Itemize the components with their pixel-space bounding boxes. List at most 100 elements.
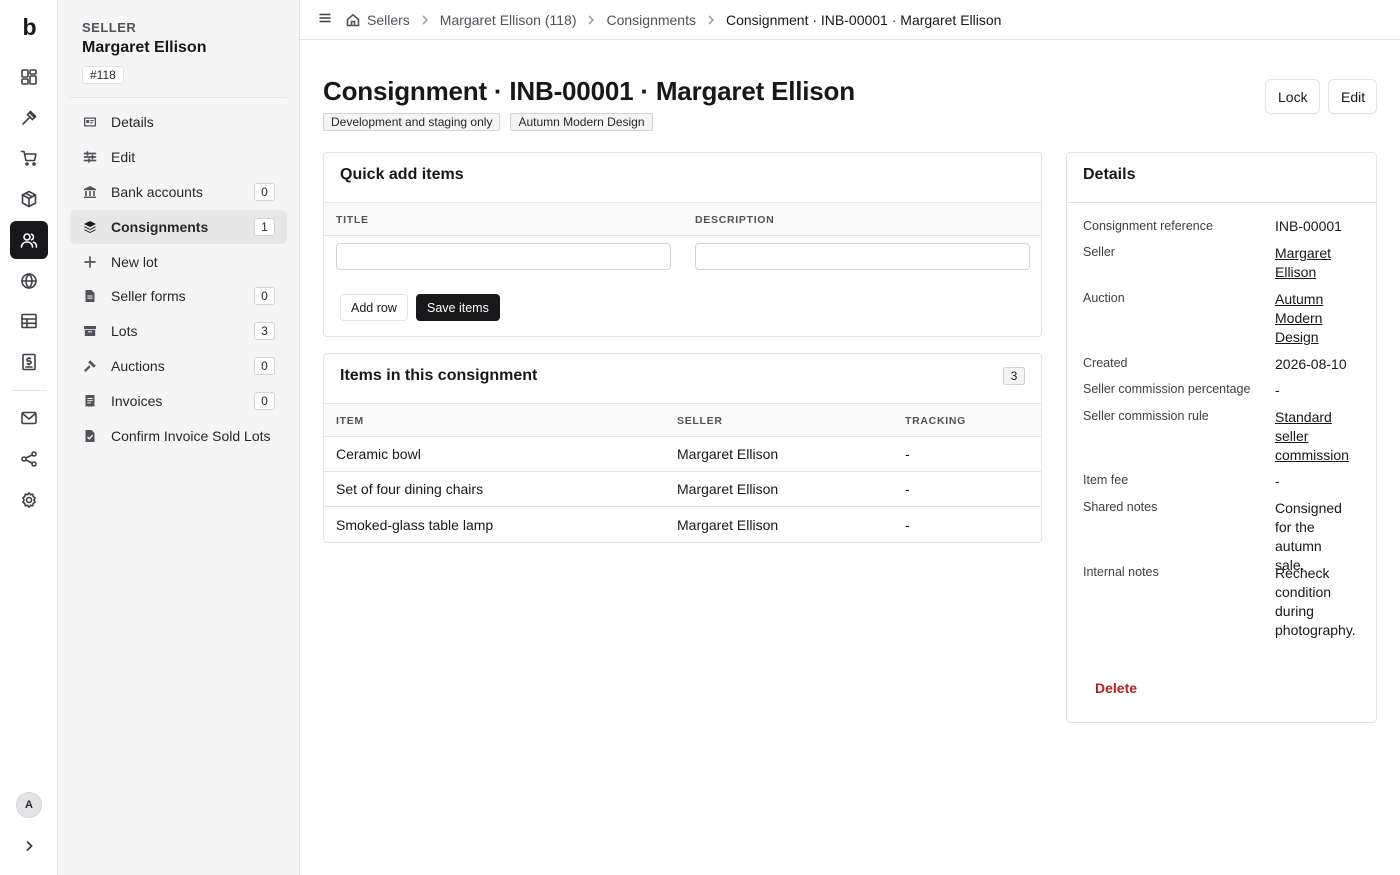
dashboard-icon[interactable] (10, 58, 48, 96)
layers-icon (82, 220, 97, 235)
sidebar-item-invoices[interactable]: Invoices 0 (70, 384, 287, 418)
sidebar-item-label: Lots (111, 323, 138, 339)
sidebar-item-label: Details (111, 114, 154, 130)
detail-label: Seller commission rule (1083, 409, 1209, 423)
details-divider (1067, 202, 1376, 203)
breadcrumb-consignments[interactable]: Consignments (606, 12, 696, 28)
sidebar-item-details[interactable]: Details (70, 105, 287, 139)
detail-link-commission-rule[interactable]: Standard seller commission (1275, 408, 1360, 465)
seller-name: Margaret Ellison (82, 39, 207, 56)
settings-gear-icon[interactable] (10, 481, 48, 519)
user-avatar[interactable]: A (16, 792, 42, 818)
item-title-input[interactable] (336, 243, 671, 270)
detail-label: Consignment reference (1083, 219, 1213, 233)
detail-value-internal-notes: Recheck condition during photography. (1275, 565, 1356, 638)
item-seller: Margaret Ellison (677, 446, 779, 462)
column-header-seller: SELLER (677, 415, 723, 427)
item-name: Ceramic bowl (336, 446, 421, 462)
detail-link-auction[interactable]: Autumn Modern Design (1275, 290, 1345, 347)
sidebar-item-confirm-invoice-sold-lots[interactable]: Confirm Invoice Sold Lots (70, 419, 287, 453)
detail-label: Shared notes (1083, 500, 1158, 514)
sidebar-item-consignments[interactable]: Consignments 1 (70, 210, 287, 244)
package-icon[interactable] (10, 180, 48, 218)
item-name: Smoked-glass table lamp (336, 517, 494, 533)
sidebar-item-lots[interactable]: Lots 3 (70, 314, 287, 348)
quick-add-title: Quick add items (340, 166, 464, 183)
rail-divider (12, 390, 46, 391)
page-title: Consignment · INB-00001 · Margaret Ellis… (323, 76, 855, 106)
breadcrumb-sellers[interactable]: Sellers (367, 12, 410, 28)
gavel-icon[interactable] (10, 99, 48, 137)
archive-box-icon (82, 324, 97, 339)
table-row[interactable]: Smoked-glass table lamp Margaret Ellison… (324, 508, 1041, 543)
chevron-right-icon (707, 14, 715, 25)
item-seller: Margaret Ellison (677, 517, 779, 533)
sidebar-item-label: Bank accounts (111, 184, 203, 200)
top-bar: Sellers Margaret Ellison (118) Consignme… (300, 0, 1400, 40)
invoice-icon[interactable] (10, 343, 48, 381)
detail-label: Auction (1083, 291, 1125, 305)
item-description-input[interactable] (695, 243, 1030, 270)
sidebar-item-edit[interactable]: Edit (70, 140, 287, 174)
sidebar-item-label: Auctions (111, 358, 165, 374)
quick-add-card: Quick add items TITLE DESCRIPTION Add ro… (323, 152, 1042, 337)
save-items-button[interactable]: Save items (416, 294, 500, 321)
menu-toggle-icon[interactable] (318, 11, 332, 28)
column-header-title: TITLE (336, 214, 369, 226)
column-header-description: DESCRIPTION (695, 214, 775, 226)
sliders-icon (82, 150, 97, 165)
item-name: Set of four dining chairs (336, 481, 484, 497)
add-row-button[interactable]: Add row (340, 294, 408, 321)
item-tracking: - (905, 446, 910, 462)
document-check-icon (82, 429, 97, 444)
edit-button[interactable]: Edit (1328, 79, 1377, 114)
breadcrumb: Sellers Margaret Ellison (118) Consignme… (346, 12, 1001, 28)
table-icon[interactable] (10, 302, 48, 340)
expand-sidebar-chevron-icon[interactable] (19, 836, 39, 856)
delete-button[interactable]: Delete (1095, 680, 1137, 696)
details-title: Details (1083, 166, 1136, 183)
table-row[interactable]: Set of four dining chairs Margaret Ellis… (324, 472, 1041, 507)
count-badge: 1 (254, 218, 275, 236)
plus-icon (82, 255, 97, 270)
seller-sidebar: SELLER Margaret Ellison #118 Details Edi… (58, 0, 300, 875)
detail-link-seller[interactable]: Margaret Ellison (1275, 244, 1345, 282)
sidebar-item-label: Edit (111, 149, 136, 165)
sidebar-item-label: Consignments (111, 219, 209, 235)
icon-rail: b A (0, 0, 58, 875)
item-tracking: - (905, 481, 910, 497)
detail-label: Created (1083, 356, 1128, 370)
sidebar-item-auctions[interactable]: Auctions 0 (70, 349, 287, 383)
globe-icon[interactable] (10, 262, 48, 300)
items-card: Items in this consignment 3 ITEM SELLER … (323, 353, 1042, 543)
share-icon[interactable] (10, 440, 48, 478)
table-row[interactable]: Ceramic bowl Margaret Ellison - (324, 437, 1041, 472)
breadcrumb-seller[interactable]: Margaret Ellison (118) (440, 12, 577, 28)
sidebar-item-seller-forms[interactable]: Seller forms 0 (70, 279, 287, 313)
lock-button[interactable]: Lock (1265, 79, 1320, 114)
sidebar-item-bank-accounts[interactable]: Bank accounts 0 (70, 175, 287, 209)
cart-icon[interactable] (10, 139, 48, 177)
column-header-item: ITEM (336, 415, 364, 427)
item-seller: Margaret Ellison (677, 481, 779, 497)
count-badge: 0 (254, 287, 275, 305)
count-badge: 3 (254, 322, 275, 340)
document-icon (82, 289, 97, 304)
mail-icon[interactable] (10, 399, 48, 437)
auction-tag: Autumn Modern Design (510, 113, 653, 131)
sidebar-eyebrow: SELLER (82, 20, 137, 35)
sidebar-item-new-lot[interactable]: New lot (70, 245, 287, 279)
detail-value-reference: INB-00001 (1275, 218, 1342, 234)
items-title: Items in this consignment (340, 367, 538, 384)
sidebar-divider (70, 97, 287, 98)
detail-value-item-fee: - (1275, 473, 1280, 489)
count-badge: 0 (254, 392, 275, 410)
users-icon[interactable] (10, 221, 48, 259)
home-icon[interactable] (346, 13, 360, 27)
gavel-icon (82, 359, 97, 374)
items-header-row: ITEM SELLER TRACKING (324, 403, 1041, 437)
detail-value-created: 2026-08-10 (1275, 356, 1347, 372)
quick-add-header-row: TITLE DESCRIPTION (324, 202, 1041, 236)
app-logo[interactable]: b (0, 14, 58, 41)
count-badge: 0 (254, 357, 275, 375)
